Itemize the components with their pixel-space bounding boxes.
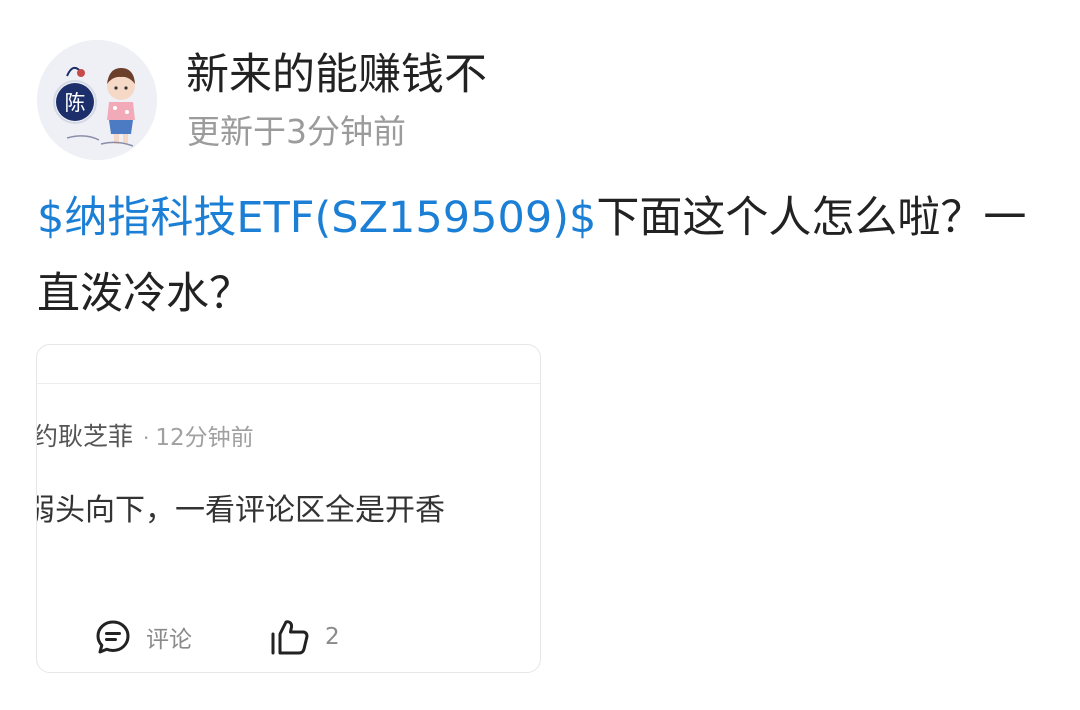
quoted-comment-card[interactable]: 约耿芝菲 · 12分钟前 弱头向下，一看评论区全是开香 评论 2 (36, 344, 541, 673)
thumbs-up-icon (271, 620, 309, 655)
comment-timestamp: 12分钟前 (155, 425, 254, 451)
like-count: 2 (325, 624, 340, 650)
author-avatar[interactable]: 陈 (37, 40, 157, 160)
post-body: $纳指科技ETF(SZ159509)$下面这个人怎么啦？一直泼冷水？ (37, 180, 1052, 332)
author-name[interactable]: 新来的能赚钱不 (186, 46, 487, 104)
comment-label: 评论 (146, 627, 192, 653)
comment-username[interactable]: 约耿芝菲 (37, 422, 133, 451)
comment-bubble-icon (96, 620, 130, 654)
avatar-illustration: 陈 (37, 40, 157, 160)
like-button[interactable]: 2 (269, 617, 340, 657)
update-timestamp: 更新于3分钟前 (187, 112, 406, 151)
stock-tag-link[interactable]: $纳指科技ETF(SZ159509)$ (37, 193, 596, 243)
meta-separator: · (143, 426, 150, 450)
comment-button[interactable]: 评论 (94, 617, 192, 657)
comment-text: 弱头向下，一看评论区全是开香 (36, 493, 445, 528)
card-divider (37, 383, 540, 384)
avatar-badge-text: 陈 (65, 91, 86, 115)
comment-meta: 约耿芝菲 · 12分钟前 (37, 421, 254, 456)
